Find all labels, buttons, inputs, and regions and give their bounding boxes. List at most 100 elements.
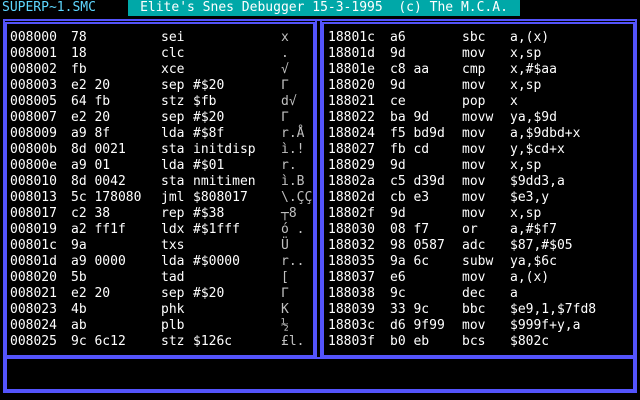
disassembly-row[interactable]: 008025 9c 6c12 stz $126c £l. <box>7 334 313 350</box>
ascii-cell: ½ <box>281 318 289 333</box>
operand-cell: #$38 <box>193 206 225 221</box>
opcode-bytes-cell: cb e3 <box>390 190 430 205</box>
disassembly-row[interactable]: 188027 fb cd mov y,$cd+x <box>324 142 633 158</box>
operand-cell: y,$cd+x <box>510 142 565 157</box>
disassembly-row[interactable]: 008021 e2 20 sep #$20 Γ <box>7 286 313 302</box>
ascii-cell: [ <box>281 270 289 285</box>
operand-cell: x,#$aa <box>510 62 557 77</box>
mnemonic-cell: mov <box>462 126 486 141</box>
disassembly-row[interactable]: 00800e a9 01 lda #$01 r. <box>7 158 313 174</box>
address-cell: 008005 <box>10 94 57 109</box>
mnemonic-cell: mov <box>462 158 486 173</box>
mnemonic-cell: mov <box>462 206 486 221</box>
address-cell: 008019 <box>10 222 57 237</box>
disassembly-row[interactable]: 008019 a2 ff1f ldx #$1fff ó . <box>7 222 313 238</box>
opcode-bytes-cell: 9c <box>390 286 406 301</box>
disassembly-row[interactable]: 188020 9d mov x,sp <box>324 78 633 94</box>
mnemonic-cell: sep <box>161 286 185 301</box>
disassembly-row[interactable]: 00800b 8d 0021 sta initdisp ì.! <box>7 142 313 158</box>
address-cell: 008013 <box>10 190 57 205</box>
operand-cell: a,(x) <box>510 30 550 45</box>
disassembly-row[interactable]: 18801e c8 aa cmp x,#$aa <box>324 62 633 78</box>
mnemonic-cell: subw <box>462 254 494 269</box>
ascii-cell: r. <box>281 158 297 173</box>
opcode-bytes-cell: 9a <box>71 238 87 253</box>
disassembly-row[interactable]: 008007 e2 20 sep #$20 Γ <box>7 110 313 126</box>
disassembly-row[interactable]: 188022 ba 9d movw ya,$9d <box>324 110 633 126</box>
disassembly-row[interactable]: 18801d 9d mov x,sp <box>324 46 633 62</box>
cpu-disassembly-list: 008000 78 sei x 008001 18 clc. 008002 fb xce √ 0080… <box>7 30 313 350</box>
opcode-bytes-cell: e6 <box>390 270 406 285</box>
spc-disassembly-pane[interactable]: 18801c a6 sbc a,(x) 18801d 9d mov x,sp 18801e c8 … <box>322 22 635 357</box>
disassembly-row[interactable]: 00801d a9 0000 lda #$0000 r.. <box>7 254 313 270</box>
opcode-bytes-cell: d6 9f99 <box>390 318 445 333</box>
disassembly-row[interactable]: 188024 f5 bd9d mov a,$9dbd+x <box>324 126 633 142</box>
disassembly-row[interactable]: 188029 9d mov x,sp <box>324 158 633 174</box>
address-cell: 18803f <box>328 334 375 349</box>
address-cell: 008023 <box>10 302 57 317</box>
operand-cell: $e3,y <box>510 190 550 205</box>
opcode-bytes-cell: a2 ff1f <box>71 222 126 237</box>
disassembly-row[interactable]: 00801c 9a txs Ü <box>7 238 313 254</box>
disassembly-row[interactable]: 008010 8d 0042 sta nmitimen ì.B <box>7 174 313 190</box>
ascii-cell: d√ <box>281 94 297 109</box>
opcode-bytes-cell: e2 20 <box>71 286 111 301</box>
disassembly-row[interactable]: 188032 98 0587 adc $87,#$05 <box>324 238 633 254</box>
disassembly-row[interactable]: 18802a c5 d39d mov $9dd3,a <box>324 174 633 190</box>
command-input-box[interactable] <box>5 357 635 391</box>
disassembly-row[interactable]: 18803c d6 9f99 mov $999f+y,a <box>324 318 633 334</box>
mnemonic-cell: lda <box>161 126 185 141</box>
mnemonic-cell: tad <box>161 270 185 285</box>
mnemonic-cell: sbc <box>462 30 486 45</box>
spc-disassembly-list: 18801c a6 sbc a,(x) 18801d 9d mov x,sp 18801e c8 … <box>324 30 633 350</box>
operand-cell: x,sp <box>510 158 542 173</box>
disassembly-row[interactable]: 008023 4b phk K <box>7 302 313 318</box>
operand-cell: $126c <box>193 334 233 349</box>
address-cell: 008025 <box>10 334 57 349</box>
disassembly-row[interactable]: 008001 18 clc. <box>7 46 313 62</box>
mnemonic-cell: plb <box>161 318 185 333</box>
address-cell: 18802a <box>328 174 375 189</box>
disassembly-row[interactable]: 008017 c2 38 rep #$38 ┬8 <box>7 206 313 222</box>
address-cell: 00800b <box>10 142 57 157</box>
cpu-disassembly-pane[interactable]: 008000 78 sei x 008001 18 clc. 008002 fb xce √ 0080… <box>5 22 315 357</box>
ascii-cell: ┬8 <box>281 206 297 221</box>
ascii-cell: \.ÇÇ <box>281 190 313 205</box>
address-cell: 008009 <box>10 126 57 141</box>
mnemonic-cell: sei <box>161 30 185 45</box>
operand-cell: #$20 <box>193 110 225 125</box>
mnemonic-cell: sta <box>161 142 185 157</box>
disassembly-row[interactable]: 18803f b0 eb bcs $802c <box>324 334 633 350</box>
disassembly-row[interactable]: 008020 5b tad [ <box>7 270 313 286</box>
disassembly-row[interactable]: 008024 ab plb ½ <box>7 318 313 334</box>
disassembly-row[interactable]: 008013 5c 178080 jml $808017 \.ÇÇ <box>7 190 313 206</box>
disassembly-row[interactable]: 188037 e6 mov a,(x) <box>324 270 633 286</box>
opcode-bytes-cell: 4b <box>71 302 87 317</box>
operand-cell: initdisp <box>193 142 256 157</box>
ascii-cell: . <box>281 46 289 61</box>
disassembly-row[interactable]: 008005 64 fb stz $fb d√ <box>7 94 313 110</box>
mnemonic-cell: sep <box>161 110 185 125</box>
disassembly-row[interactable]: 008003 e2 20 sep #$20 Γ <box>7 78 313 94</box>
opcode-bytes-cell: e2 20 <box>71 110 111 125</box>
disassembly-row[interactable]: 188038 9c dec a <box>324 286 633 302</box>
disassembly-row[interactable]: 008002 fb xce √ <box>7 62 313 78</box>
disassembly-row[interactable]: 18801c a6 sbc a,(x) <box>324 30 633 46</box>
address-cell: 188035 <box>328 254 375 269</box>
ascii-cell: r.Å <box>281 126 305 141</box>
disassembly-row[interactable]: 188030 08 f7 or a,#$f7 <box>324 222 633 238</box>
disassembly-row[interactable]: 188039 33 9c bbc $e9,1,$7fd8 <box>324 302 633 318</box>
disassembly-row[interactable]: 188021 ce pop x <box>324 94 633 110</box>
opcode-bytes-cell: 64 fb <box>71 94 111 109</box>
operand-cell: #$1fff <box>193 222 240 237</box>
mnemonic-cell: lda <box>161 158 185 173</box>
disassembly-row[interactable]: 188035 9a 6c subw ya,$6c <box>324 254 633 270</box>
opcode-bytes-cell: c2 38 <box>71 206 111 221</box>
mnemonic-cell: stz <box>161 94 185 109</box>
disassembly-row[interactable]: 008000 78 sei x <box>7 30 313 46</box>
ascii-cell: K <box>281 302 289 317</box>
disassembly-row[interactable]: 18802f 9d mov x,sp <box>324 206 633 222</box>
address-cell: 008007 <box>10 110 57 125</box>
disassembly-row[interactable]: 18802d cb e3 mov $e3,y <box>324 190 633 206</box>
disassembly-row[interactable]: 008009 a9 8f lda #$8f r.Å <box>7 126 313 142</box>
